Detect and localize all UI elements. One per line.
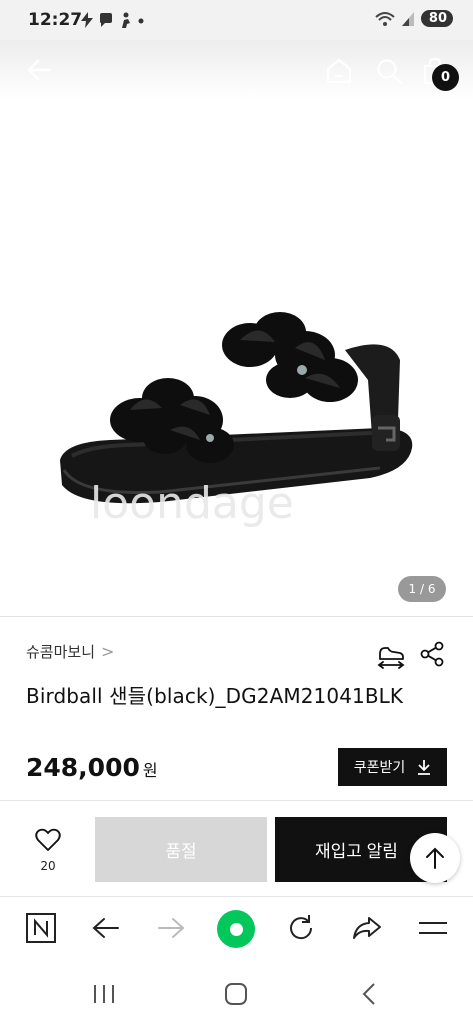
coupon-button[interactable]: 쿠폰받기 [338,748,447,786]
reload-icon[interactable] [284,911,318,945]
price-value: 248,000 [26,753,140,782]
chat-icon [100,13,112,27]
scroll-to-top-button[interactable] [410,833,460,883]
dot-icon [138,18,144,24]
product-image-sandal: loondage [60,312,413,529]
wifi-icon [375,11,395,26]
product-image-gallery[interactable]: loondage [0,40,473,616]
download-icon [418,760,431,775]
status-time: 12:27 [28,10,83,30]
share-icon[interactable] [418,640,446,668]
arrow-up-icon [426,847,444,869]
recent-apps-icon[interactable] [90,980,118,1008]
product-title: Birdball 샌들(black)_DG2AM21041BLK [26,684,404,708]
person-icon [122,12,130,28]
heart-icon [35,828,61,851]
back-button-icon[interactable] [355,980,383,1008]
section-divider [0,616,473,617]
battery-badge: 80 [420,10,453,27]
home-button-icon[interactable] [222,980,250,1008]
product-price: 248,000 원 [26,753,158,782]
coupon-label: 쿠폰받기 [353,759,406,775]
green-dot [229,922,243,936]
menu-icon[interactable] [416,911,450,945]
brand-name: 슈콤마보니 [26,643,96,661]
share-arrow-icon[interactable] [350,911,384,945]
brand-link[interactable]: 슈콤마보니 > [26,641,114,662]
cart-count-badge[interactable]: 0 [432,64,459,91]
naver-n-icon[interactable] [24,911,58,945]
status-bar: 12:27 80 [0,0,473,40]
signal-icon [401,11,414,26]
lightning-icon [81,12,93,28]
soldout-button[interactable]: 품절 [95,817,267,882]
back-arrow-icon[interactable] [24,54,56,86]
price-unit: 원 [142,761,158,780]
image-counter: 1 / 6 [398,576,446,602]
image-watermark: loondage [90,478,294,529]
top-navigation [0,40,473,100]
home-icon[interactable] [324,56,354,86]
search-icon[interactable] [374,56,404,86]
size-compare-icon[interactable] [376,640,406,670]
like-count: 20 [40,859,56,873]
forward-icon[interactable] [154,911,188,945]
back-icon[interactable] [89,911,123,945]
status-right: 80 [375,10,453,27]
green-home-icon[interactable] [217,910,255,948]
chevron-right-icon: > [101,642,115,661]
status-notification-icons [80,12,146,28]
